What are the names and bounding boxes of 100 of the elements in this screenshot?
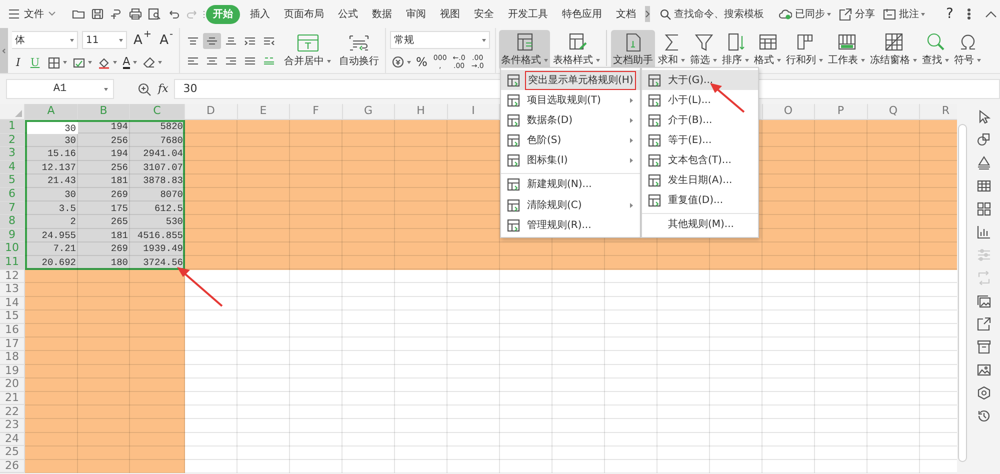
menu-item[interactable]: 大于(G)... <box>642 70 758 90</box>
folder-button[interactable] <box>72 8 85 20</box>
ribbon-tab[interactable]: 安全 <box>467 4 501 24</box>
side-tool-button[interactable] <box>977 363 991 377</box>
file-menu-button[interactable]: 文件 <box>24 6 56 22</box>
align-button[interactable] <box>203 32 221 48</box>
ribbon-tab[interactable]: 文档 <box>609 4 643 24</box>
more-button[interactable] <box>967 8 972 20</box>
row-header[interactable]: 13 <box>0 283 25 297</box>
row-header[interactable]: 23 <box>0 419 25 433</box>
ribbon-tab[interactable]: 审阅 <box>399 4 433 24</box>
ribbon-tab[interactable]: 页面布局 <box>277 4 331 24</box>
row-header[interactable]: 14 <box>0 296 25 310</box>
menu-item[interactable]: 介于(B)... <box>642 110 758 130</box>
ribbon-tool-button[interactable]: 符号 <box>952 30 983 70</box>
side-tool-button[interactable] <box>977 386 991 400</box>
undo-button[interactable] <box>167 8 180 20</box>
menu-item[interactable]: 重复值(D)... <box>642 190 758 210</box>
row-header[interactable]: 19 <box>0 364 25 378</box>
toolbar-button[interactable]: 批注 <box>883 6 925 22</box>
side-tool-button[interactable] <box>977 225 991 239</box>
menu-item[interactable]: 突出显示单元格规则(H) <box>501 70 640 90</box>
font-size-field[interactable]: 11 <box>82 31 128 49</box>
column-header[interactable]: O <box>762 104 815 120</box>
ribbon-tool-button[interactable]: 行和列 <box>784 30 825 70</box>
currency-button[interactable] <box>390 55 413 69</box>
side-tool-button[interactable] <box>977 202 991 216</box>
ribbon-tab[interactable]: 特色应用 <box>555 4 609 24</box>
side-tool-button[interactable] <box>977 110 991 124</box>
ribbon-tab[interactable]: 插入 <box>243 4 277 24</box>
fill-style-button[interactable] <box>70 56 94 70</box>
menu-item[interactable]: 新建规则(N)... <box>501 173 640 195</box>
column-header[interactable]: F <box>290 104 342 120</box>
ribbon-tab[interactable]: 公式 <box>331 4 365 24</box>
ribbon-tool-button[interactable]: 自动换行 <box>337 30 381 70</box>
number-format-button[interactable]: % <box>413 55 430 69</box>
menu-item[interactable]: 色阶(S) <box>501 130 640 150</box>
column-header[interactable]: D <box>185 104 238 120</box>
menu-item[interactable]: 数据条(D) <box>501 110 640 130</box>
font-size-button[interactable]: A$^{-}$ <box>158 32 175 48</box>
tab-scroll-button[interactable] <box>645 6 650 22</box>
help-button[interactable]: ? <box>946 4 954 24</box>
ribbon-tool-button[interactable]: 条件格式 <box>499 30 550 70</box>
ribbon-tool-button[interactable]: 合并居中 <box>282 30 333 70</box>
row-header[interactable]: 22 <box>0 405 25 420</box>
export-button[interactable] <box>110 8 123 20</box>
name-box[interactable]: A1 <box>6 79 114 99</box>
ribbon-tool-button[interactable]: 查找 <box>920 30 951 70</box>
ribbon-tool-button[interactable]: 工作表 <box>826 30 867 70</box>
border-button[interactable] <box>46 56 69 70</box>
scroll-thumb[interactable] <box>958 124 967 462</box>
column-header[interactable]: R <box>920 104 957 120</box>
row-header[interactable]: 26 <box>0 460 25 473</box>
menu-item[interactable]: 清除规则(C) <box>501 195 640 215</box>
column-header[interactable]: H <box>395 104 448 120</box>
collapse-ribbon-button[interactable] <box>985 10 998 18</box>
row-header[interactable]: 17 <box>0 338 25 352</box>
menu-item[interactable]: 其他规则(M)... <box>642 213 758 235</box>
menu-item[interactable]: 发生日期(A)... <box>642 170 758 190</box>
row-header[interactable]: 21 <box>0 392 25 406</box>
menu-item[interactable]: 等于(E)... <box>642 130 758 150</box>
row-header[interactable]: 24 <box>0 432 25 446</box>
side-tool-button[interactable] <box>977 156 991 170</box>
ribbon-tab[interactable]: 视图 <box>433 4 467 24</box>
menu-item[interactable]: 文本包含(T)... <box>642 150 758 170</box>
row-header[interactable]: 20 <box>0 378 25 392</box>
ribbon-tool-button[interactable]: 文档助手 <box>611 30 655 70</box>
column-header[interactable]: Q <box>868 104 920 120</box>
side-tool-button[interactable] <box>977 409 991 423</box>
menu-item[interactable]: 图标集(I) <box>501 150 640 170</box>
row-header[interactable]: 12 <box>0 270 25 284</box>
save-button[interactable] <box>91 8 104 20</box>
toolbar-button[interactable]: 已同步 <box>779 6 831 22</box>
italic-button[interactable]: I <box>12 56 24 69</box>
column-header[interactable]: I <box>448 104 500 120</box>
row-header[interactable]: 18 <box>0 351 25 365</box>
toolbar-button[interactable]: 分享 <box>839 6 875 22</box>
clear-button[interactable] <box>141 56 164 70</box>
zoom-button[interactable] <box>138 82 151 96</box>
search-field[interactable]: 查找命令、搜索模板 <box>660 6 775 22</box>
side-tool-button[interactable] <box>977 317 991 331</box>
number-format-field[interactable]: 常规 <box>390 31 490 49</box>
column-header[interactable]: G <box>342 104 395 120</box>
insert-function-button[interactable]: fx <box>158 80 168 98</box>
ribbon-tool-button[interactable]: 冻结窗格 <box>868 30 919 70</box>
row-header[interactable]: 25 <box>0 446 25 460</box>
ribbon-tab[interactable]: 开发工具 <box>501 4 555 24</box>
print-button[interactable] <box>129 8 142 20</box>
menu-item[interactable]: 管理规则(R)... <box>501 215 640 235</box>
ribbon-tab[interactable]: 数据 <box>365 4 399 24</box>
column-header[interactable]: E <box>238 104 290 120</box>
collapse-handle[interactable] <box>0 28 8 73</box>
row-header[interactable]: 15 <box>0 310 25 324</box>
side-tool-button[interactable] <box>977 294 991 308</box>
preview-button[interactable] <box>148 8 161 20</box>
font-size-button[interactable]: A$^{+}$ <box>131 32 154 48</box>
row-header[interactable]: 16 <box>0 324 25 338</box>
column-header[interactable]: P <box>815 104 868 120</box>
side-tool-button[interactable] <box>977 179 991 193</box>
font-color-button[interactable]: A <box>120 55 140 70</box>
